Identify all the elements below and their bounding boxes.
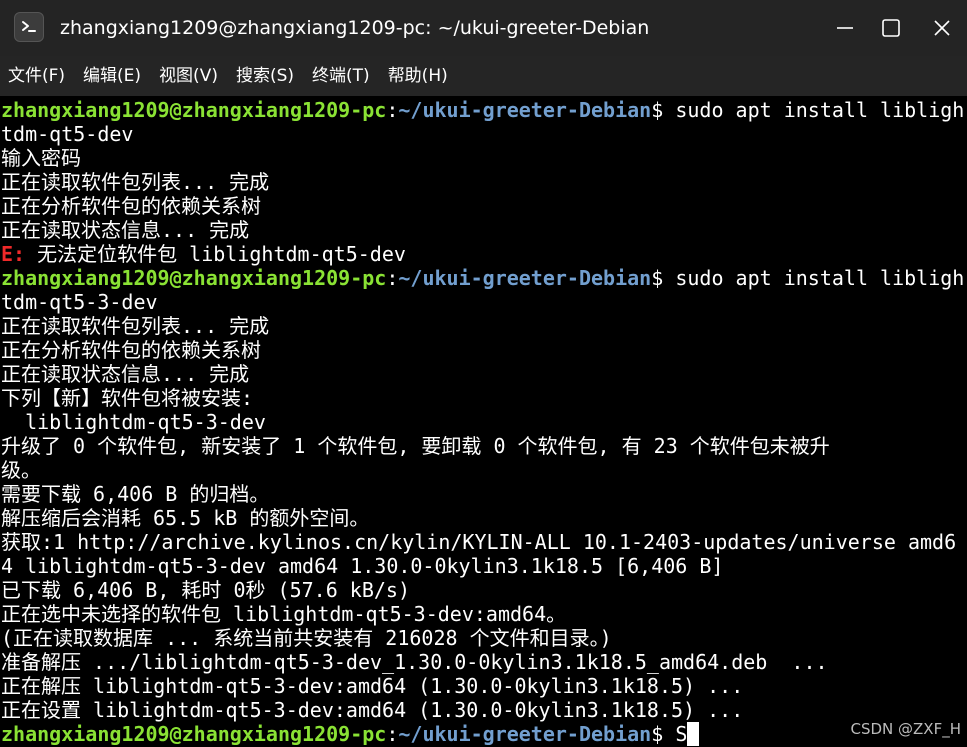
output-line: (正在读取数据库 ... 系统当前共安装有 216028 个文件和目录。) bbox=[1, 626, 612, 650]
prompt-line: zhangxiang1209@zhangxiang1209-pc:~/ukui-… bbox=[1, 98, 964, 122]
output-line: 准备解压 .../liblightdm-qt5-3-dev_1.30.0-0ky… bbox=[1, 650, 828, 674]
error-line: E: 无法定位软件包 liblightdm-qt5-dev bbox=[1, 242, 406, 266]
output-line: 需要下载 6,406 B 的归档。 bbox=[1, 482, 270, 506]
prompt-path: ~/ukui-greeter-Debian bbox=[398, 266, 652, 290]
prompt-path: ~/ukui-greeter-Debian bbox=[398, 722, 652, 746]
output-line: liblightdm-qt5-3-dev bbox=[1, 410, 266, 434]
menu-terminal[interactable]: 终端(T) bbox=[312, 65, 370, 87]
prompt-user-host: zhangxiang1209@zhangxiang1209-pc bbox=[1, 98, 387, 122]
close-button[interactable] bbox=[927, 13, 957, 43]
output-line: 正在读取状态信息... 完成 bbox=[1, 218, 250, 242]
menu-search[interactable]: 搜索(S) bbox=[236, 65, 294, 87]
menu-help[interactable]: 帮助(H) bbox=[388, 65, 448, 87]
prompt-dollar: $ bbox=[651, 266, 676, 290]
output-line: 正在读取软件包列表... 完成 bbox=[1, 170, 270, 194]
prompt-dollar: $ bbox=[651, 98, 676, 122]
maximize-button[interactable] bbox=[876, 13, 906, 43]
output-line: 下列【新】软件包将被安装: bbox=[1, 386, 254, 410]
prompt-line: zhangxiang1209@zhangxiang1209-pc:~/ukui-… bbox=[1, 266, 964, 290]
minimize-icon bbox=[837, 27, 853, 29]
output-line: 获取:1 http://archive.kylinos.cn/kylin/KYL… bbox=[1, 530, 957, 554]
output-line: 解压缩后会消耗 65.5 kB 的额外空间。 bbox=[1, 506, 370, 530]
command-text: sudo apt install libligh bbox=[675, 266, 965, 290]
prompt-colon: : bbox=[386, 722, 399, 746]
output-line: 正在选中未选择的软件包 liblightdm-qt5-3-dev:amd64。 bbox=[1, 602, 567, 626]
prompt-line: zhangxiang1209@zhangxiang1209-pc:~/ukui-… bbox=[1, 722, 700, 746]
error-message: 无法定位软件包 liblightdm-qt5-dev bbox=[25, 242, 406, 266]
close-icon bbox=[934, 20, 950, 36]
output-line: 已下载 6,406 B, 耗时 0秒 (57.6 kB/s) bbox=[1, 578, 410, 602]
terminal-icon bbox=[14, 12, 44, 42]
terminal-output[interactable]: zhangxiang1209@zhangxiang1209-pc:~/ukui-… bbox=[0, 97, 967, 747]
minimize-button[interactable] bbox=[830, 13, 860, 43]
prompt-dollar: $ bbox=[651, 722, 676, 746]
menu-view[interactable]: 视图(V) bbox=[159, 65, 218, 87]
output-line: 正在分析软件包的依赖关系树 bbox=[1, 194, 261, 218]
output-line: 正在解压 liblightdm-qt5-3-dev:amd64 (1.30.0-… bbox=[1, 674, 744, 698]
watermark: CSDN @ZXF_H bbox=[850, 720, 962, 738]
command-text: sudo apt install libligh bbox=[675, 98, 965, 122]
command-text: S bbox=[675, 722, 688, 746]
prompt-user-host: zhangxiang1209@zhangxiang1209-pc bbox=[1, 722, 387, 746]
prompt-colon: : bbox=[386, 98, 399, 122]
output-line: 正在读取状态信息... 完成 bbox=[1, 362, 250, 386]
output-line: 正在读取软件包列表... 完成 bbox=[1, 314, 270, 338]
menu-bar: 文件(F) 编辑(E) 视图(V) 搜索(S) 终端(T) 帮助(H) bbox=[0, 56, 967, 96]
menu-file[interactable]: 文件(F) bbox=[8, 65, 65, 87]
error-prefix: E: bbox=[1, 242, 26, 266]
output-line: 4 liblightdm-qt5-3-dev amd64 1.30.0-0kyl… bbox=[1, 554, 724, 578]
text-cursor bbox=[687, 722, 700, 746]
output-line: 升级了 0 个软件包, 新安装了 1 个软件包, 要卸载 0 个软件包, 有 2… bbox=[1, 434, 830, 458]
title-bar[interactable]: zhangxiang1209@zhangxiang1209-pc: ~/ukui… bbox=[0, 0, 967, 56]
maximize-icon bbox=[882, 19, 900, 37]
prompt-path: ~/ukui-greeter-Debian bbox=[398, 98, 652, 122]
output-line: tdm-qt5-dev bbox=[1, 122, 134, 146]
menu-edit[interactable]: 编辑(E) bbox=[83, 65, 141, 87]
output-line: 输入密码 bbox=[1, 146, 81, 170]
prompt-colon: : bbox=[386, 266, 399, 290]
window-title: zhangxiang1209@zhangxiang1209-pc: ~/ukui… bbox=[60, 17, 650, 39]
terminal-window: zhangxiang1209@zhangxiang1209-pc: ~/ukui… bbox=[0, 0, 967, 747]
output-line: 级。 bbox=[1, 458, 41, 482]
output-line: 正在分析软件包的依赖关系树 bbox=[1, 338, 261, 362]
output-line: 正在设置 liblightdm-qt5-3-dev:amd64 (1.30.0-… bbox=[1, 698, 744, 722]
prompt-user-host: zhangxiang1209@zhangxiang1209-pc bbox=[1, 266, 387, 290]
output-line: tdm-qt5-3-dev bbox=[1, 290, 158, 314]
